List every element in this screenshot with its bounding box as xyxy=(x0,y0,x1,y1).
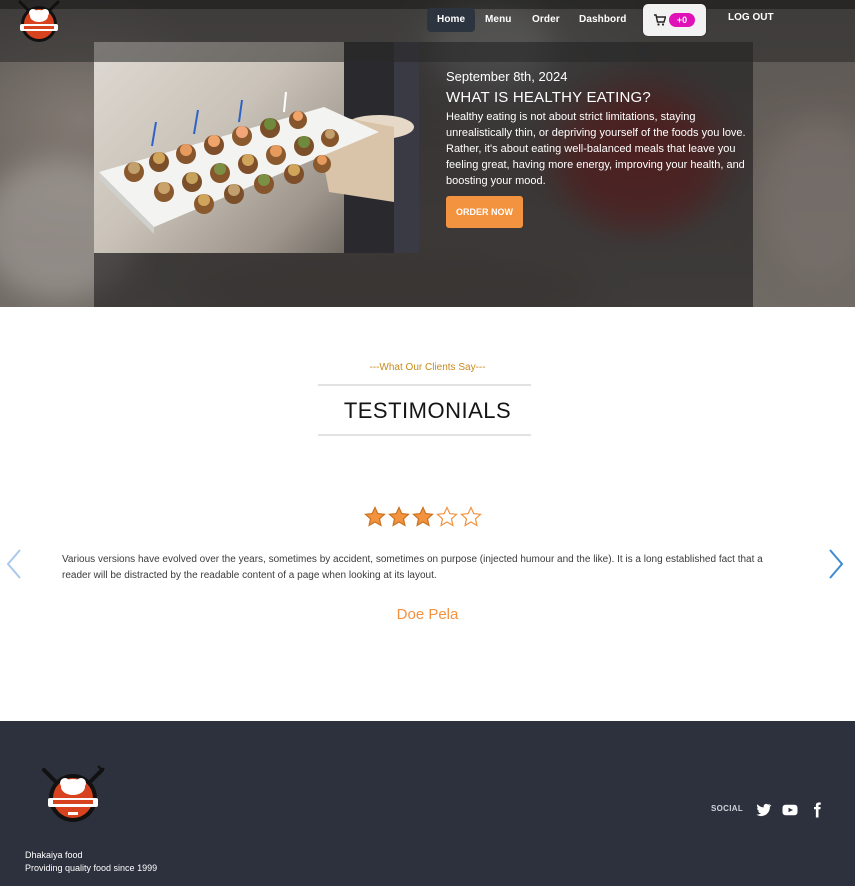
nav-order[interactable]: Order xyxy=(522,8,570,32)
brand-logo[interactable] xyxy=(14,0,64,46)
footer-brand-name: Dhakaiya food xyxy=(25,850,83,860)
twitter-icon[interactable] xyxy=(754,801,772,819)
star-filled-icon xyxy=(364,506,386,527)
facebook-icon[interactable] xyxy=(808,801,826,819)
star-empty-icon xyxy=(460,506,482,527)
star-rating xyxy=(364,506,488,528)
prev-arrow-icon[interactable] xyxy=(4,548,24,580)
hero-date: September 8th, 2024 xyxy=(446,69,568,84)
footer-logo xyxy=(38,764,108,826)
nav-menu[interactable]: Menu xyxy=(475,8,522,32)
star-empty-icon xyxy=(436,506,458,527)
order-now-button[interactable]: ORDER NOW xyxy=(446,196,523,228)
youtube-icon[interactable] xyxy=(781,801,799,819)
logout-button[interactable]: LOG OUT xyxy=(728,12,774,23)
footer-tagline: Providing quality food since 1999 xyxy=(25,863,158,873)
hero-title: WHAT IS HEALTHY EATING? xyxy=(446,89,651,106)
cart-button[interactable]: +0 xyxy=(643,4,706,36)
food-platter-image xyxy=(94,42,419,253)
testimonial-author: Doe Pela xyxy=(396,606,459,623)
nav-dashboard[interactable]: Dashbord xyxy=(569,8,636,32)
hero-description: Healthy eating is not about strict limit… xyxy=(446,111,746,187)
next-arrow-icon[interactable] xyxy=(826,548,846,580)
cart-icon xyxy=(654,14,666,26)
testimonials-subheading: ---What Our Clients Say--- xyxy=(369,362,486,373)
star-filled-icon xyxy=(412,506,434,527)
cart-count-badge: +0 xyxy=(669,13,695,27)
star-filled-icon xyxy=(388,506,410,527)
social-label: SOCIAL xyxy=(711,804,744,813)
nav-home[interactable]: Home xyxy=(427,8,476,32)
testimonial-quote: Various versions have evolved over the y… xyxy=(62,554,763,581)
testimonials-heading: TESTIMONIALS xyxy=(343,398,512,423)
